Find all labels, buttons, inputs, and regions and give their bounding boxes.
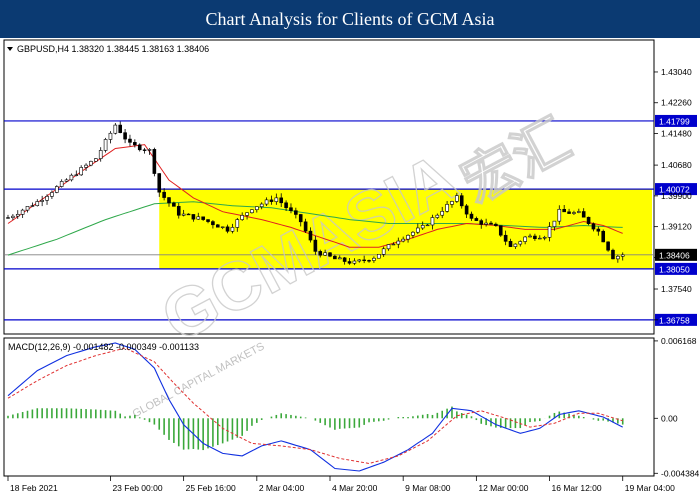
candle xyxy=(69,173,74,182)
candle xyxy=(250,209,254,214)
candle xyxy=(40,195,44,207)
candle xyxy=(215,224,220,228)
candle xyxy=(103,137,108,153)
macd-y-tick-label: 0.006168 xyxy=(661,336,697,346)
x-tick-label: 2 Mar 04:00 xyxy=(259,483,305,493)
candle xyxy=(6,214,10,219)
candle xyxy=(128,134,132,147)
x-tick-label: 23 Feb 00:00 xyxy=(112,483,162,493)
y-tick-label: 1.42260 xyxy=(661,98,692,108)
candle xyxy=(54,185,59,194)
candle xyxy=(64,178,69,183)
candle xyxy=(611,248,615,260)
y-tick-label: 1.39120 xyxy=(661,222,692,232)
chart-header: GBPUSD,H4 1.38320 1.38445 1.38163 1.3840… xyxy=(17,44,209,54)
y-tick-label: 1.39900 xyxy=(661,191,692,201)
x-tick-label: 25 Feb 16:00 xyxy=(186,483,236,493)
candle xyxy=(108,131,113,144)
macd-y-tick-label: -0.004384 xyxy=(661,468,700,478)
candle xyxy=(606,241,610,252)
y-tick-label: 1.41480 xyxy=(661,129,692,139)
candle xyxy=(152,147,157,177)
watermark-tagline: GLOBAL CAPITAL MARKETS xyxy=(131,340,267,420)
candle xyxy=(118,121,123,134)
candle xyxy=(142,147,147,154)
candle xyxy=(74,170,79,177)
candle xyxy=(25,205,30,213)
y-tick-label: 1.37540 xyxy=(661,284,692,294)
level-price-label-0: 1.41799 xyxy=(659,116,690,126)
x-tick-label: 16 Mar 12:00 xyxy=(552,483,602,493)
candle xyxy=(79,165,83,176)
macd-line xyxy=(7,342,623,472)
banner-title: Chart Analysis for Clients of GCM Asia xyxy=(0,0,700,38)
candle xyxy=(113,122,118,135)
candle xyxy=(59,179,64,188)
candle xyxy=(601,229,606,243)
candle xyxy=(94,158,98,162)
candle xyxy=(20,208,25,219)
candle xyxy=(328,251,332,258)
candle xyxy=(89,160,93,167)
x-tick-label: 4 Mar 20:00 xyxy=(332,483,378,493)
x-tick-label: 9 Mar 08:00 xyxy=(405,483,451,493)
candle xyxy=(376,253,381,259)
candle xyxy=(123,129,127,144)
candle xyxy=(45,194,49,205)
candle xyxy=(30,202,35,208)
chart-canvas: GCMASIA 宏汇 GLOBAL CAPITAL MARKETS 1.4179… xyxy=(3,39,700,493)
signal-line xyxy=(7,347,623,465)
candle xyxy=(498,225,503,237)
candle xyxy=(35,199,40,207)
x-tick-label: 19 Mar 04:00 xyxy=(625,483,675,493)
candle xyxy=(586,216,591,226)
main-chart-frame xyxy=(3,39,655,335)
y-tick-label: 1.40680 xyxy=(661,160,692,170)
y-tick-label: 1.43040 xyxy=(661,67,692,77)
macd-label: MACD(12,26,9) -0.001482 -0.000349 -0.001… xyxy=(8,342,199,352)
current-price-label: 1.38406 xyxy=(659,250,690,260)
x-tick-label: 18 Feb 2021 xyxy=(10,483,58,493)
level-price-label-2: 1.38050 xyxy=(659,264,690,274)
macd-y-tick-label: 0.00 xyxy=(661,413,678,423)
x-tick-label: 12 Mar 00:00 xyxy=(478,483,528,493)
candle xyxy=(84,163,88,172)
level-price-label-3: 1.36758 xyxy=(659,315,690,325)
collapse-triangle-icon[interactable] xyxy=(7,47,13,51)
